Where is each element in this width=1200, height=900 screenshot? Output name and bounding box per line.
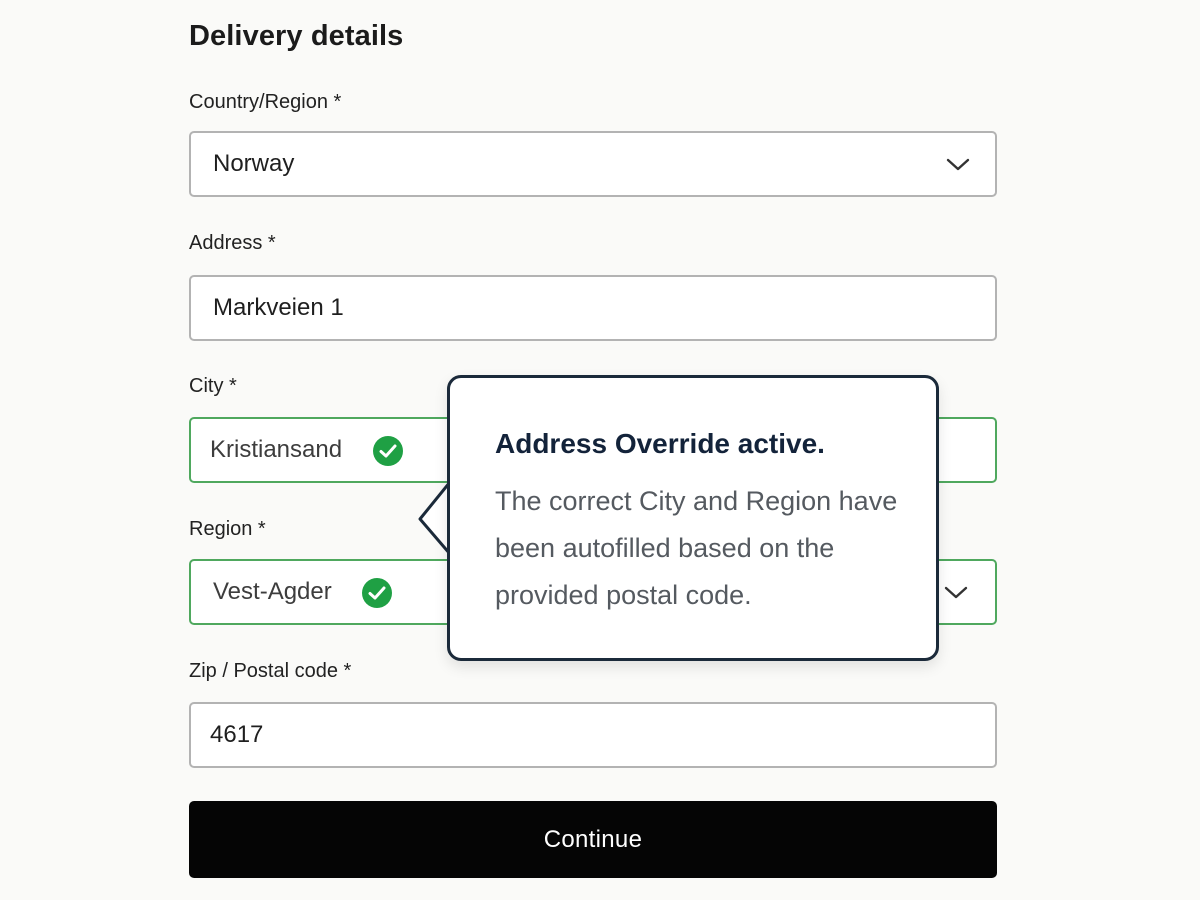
address-input[interactable]: Markveien 1 bbox=[189, 275, 997, 341]
region-label: Region * bbox=[189, 518, 266, 540]
address-override-popover: Address Override active. The correct Cit… bbox=[447, 375, 939, 661]
zip-input[interactable]: 4617 bbox=[189, 702, 997, 768]
country-select[interactable]: Norway bbox=[189, 131, 997, 197]
check-circle-icon bbox=[373, 436, 403, 466]
popover-body: The correct City and Region have been au… bbox=[495, 486, 898, 610]
zip-value: 4617 bbox=[210, 721, 264, 748]
check-circle-icon bbox=[362, 578, 392, 608]
address-value: Markveien 1 bbox=[213, 294, 344, 321]
chevron-down-icon bbox=[944, 586, 968, 599]
zip-label: Zip / Postal code * bbox=[189, 660, 352, 682]
popover-title: Address Override active. bbox=[495, 428, 825, 459]
popover-pointer-join bbox=[450, 486, 456, 550]
continue-button[interactable]: Continue bbox=[189, 801, 997, 878]
country-label: Country/Region * bbox=[189, 91, 342, 113]
country-value: Norway bbox=[213, 150, 295, 177]
chevron-down-icon bbox=[946, 158, 970, 171]
city-value: Kristiansand bbox=[210, 436, 343, 463]
city-label: City * bbox=[189, 375, 237, 397]
address-label: Address * bbox=[189, 232, 276, 254]
region-value: Vest-Agder bbox=[213, 578, 332, 605]
form-title: Delivery details bbox=[189, 20, 404, 52]
